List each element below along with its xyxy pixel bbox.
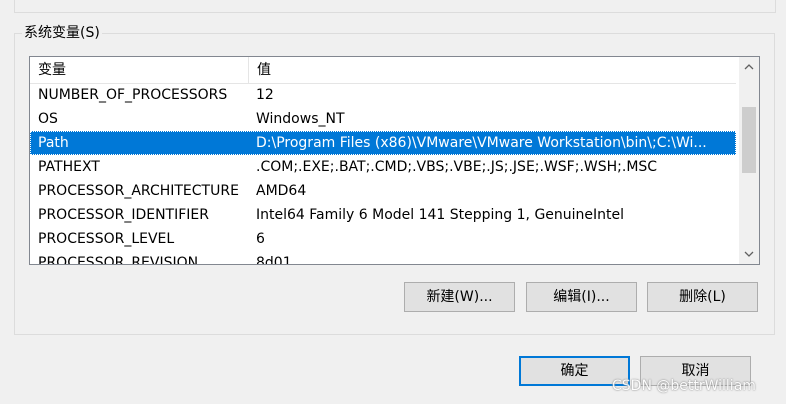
- system-variables-group-title: 系统变量(S): [22, 24, 102, 42]
- delete-variable-button[interactable]: 删除(L): [647, 282, 758, 312]
- variable-value-cell: AMD64: [256, 183, 307, 199]
- table-row[interactable]: PROCESSOR_IDENTIFIER Intel64 Family 6 Mod…: [30, 203, 736, 227]
- watermark: CSDN @bettrWilliam: [612, 378, 756, 394]
- variable-value-cell: 6: [256, 231, 265, 247]
- user-variables-group-bottom-edge: [14, 0, 776, 13]
- table-row[interactable]: PATHEXT .COM;.EXE;.BAT;.CMD;.VBS;.VBE;.JS…: [30, 155, 736, 179]
- variable-name-cell: NUMBER_OF_PROCESSORS: [38, 87, 228, 103]
- chevron-up-icon[interactable]: [739, 57, 759, 77]
- list-rows: NUMBER_OF_PROCESSORS 12 OS Windows_NT Path D:…: [30, 83, 736, 265]
- variable-value-cell: Intel64 Family 6 Model 141 Stepping 1, G…: [256, 207, 625, 223]
- table-row[interactable]: PROCESSOR_LEVEL 6: [30, 227, 736, 251]
- table-row[interactable]: OS Windows_NT: [30, 107, 736, 131]
- variable-name-cell: OS: [38, 111, 58, 127]
- variable-name-cell: PATHEXT: [38, 159, 100, 175]
- chevron-down-icon[interactable]: [739, 244, 759, 264]
- variable-name-cell: PROCESSOR_IDENTIFIER: [38, 207, 209, 223]
- variable-name-cell: PROCESSOR_LEVEL: [38, 231, 175, 247]
- variable-value-cell: .COM;.EXE;.BAT;.CMD;.VBS;.VBE;.JS;.JSE;.…: [256, 159, 658, 175]
- list-header: 变量 值: [30, 57, 736, 84]
- table-row[interactable]: NUMBER_OF_PROCESSORS 12: [30, 83, 736, 107]
- column-header-value[interactable]: 值: [249, 57, 737, 83]
- table-row[interactable]: Path D:\Program Files (x86)\VMware\VMware…: [30, 131, 736, 155]
- table-row[interactable]: PROCESSOR_REVISION 8d01: [30, 251, 736, 265]
- new-variable-button[interactable]: 新建(W)...: [404, 282, 515, 312]
- table-row[interactable]: PROCESSOR_ARCHITECTURE AMD64: [30, 179, 736, 203]
- variable-name-cell: Path: [38, 135, 69, 151]
- system-variables-list[interactable]: 变量 值 NUMBER_OF_PROCESSORS 12 OS Windows_NT P…: [29, 56, 760, 265]
- variable-value-cell: 8d01: [256, 255, 292, 265]
- vertical-scrollbar[interactable]: [739, 57, 759, 264]
- column-header-variable[interactable]: 变量: [30, 57, 249, 83]
- variable-value-cell: Windows_NT: [256, 111, 345, 127]
- variable-name-cell: PROCESSOR_REVISION: [38, 255, 199, 265]
- variable-value-cell: 12: [256, 87, 274, 103]
- scrollbar-thumb[interactable]: [742, 107, 756, 173]
- variable-name-cell: PROCESSOR_ARCHITECTURE: [38, 183, 239, 199]
- variable-value-cell: D:\Program Files (x86)\VMware\VMware Wor…: [256, 135, 707, 151]
- edit-variable-button[interactable]: 编辑(I)...: [526, 282, 637, 312]
